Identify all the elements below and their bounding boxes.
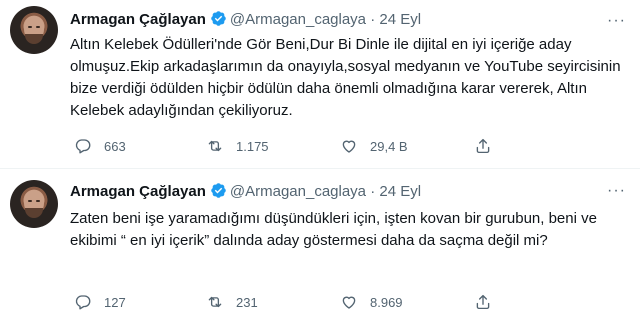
share-button[interactable] — [474, 292, 504, 312]
share-icon — [476, 294, 490, 310]
reply-icon — [75, 139, 91, 154]
share-icon — [476, 138, 490, 154]
tweet-header: Armagan Çağlayan @Armagan_caglaya · 24 Ey… — [70, 10, 421, 28]
like-button[interactable]: 8.969 — [340, 292, 403, 312]
avatar[interactable] — [10, 180, 58, 228]
avatar-eye-right — [36, 200, 40, 202]
separator-dot: · — [370, 11, 376, 28]
more-icon[interactable]: ··· — [607, 182, 626, 200]
tweet-divider — [0, 168, 640, 169]
verified-badge-icon — [211, 183, 226, 198]
retweet-count: 1.175 — [236, 138, 269, 154]
like-count: 29,4 B — [370, 138, 408, 154]
tweet-actions: 127 231 8.969 — [74, 292, 594, 312]
reply-button[interactable]: 127 — [74, 292, 126, 312]
tweet-actions: 663 1.175 29,4 B — [74, 136, 594, 156]
avatar-eye-left — [28, 26, 32, 28]
tweet-1[interactable]: Armagan Çağlayan @Armagan_caglaya · 24 Ey… — [0, 0, 640, 168]
like-icon — [342, 140, 356, 153]
retweet-button[interactable]: 231 — [206, 292, 258, 312]
tweet-date[interactable]: 24 Eyl — [379, 183, 421, 200]
more-icon[interactable]: ··· — [607, 12, 626, 30]
tweet-text: Altın Kelebek Ödülleri'nde Gör Beni,Dur … — [70, 36, 621, 119]
author-name[interactable]: Armagan Çağlayan — [70, 11, 206, 28]
tweet-date[interactable]: 24 Eyl — [379, 11, 421, 28]
like-icon — [342, 296, 356, 309]
reply-count: 663 — [104, 138, 126, 154]
share-button[interactable] — [474, 136, 504, 156]
retweet-button[interactable]: 1.175 — [206, 136, 269, 156]
retweet-icon — [208, 140, 222, 152]
avatar-eye-left — [28, 200, 32, 202]
author-handle[interactable]: @Armagan_caglaya — [230, 183, 366, 200]
tweet-2[interactable]: Armagan Çağlayan @Armagan_caglaya · 24 Ey… — [0, 170, 640, 310]
avatar-beard — [25, 34, 43, 44]
reply-button[interactable]: 663 — [74, 136, 126, 156]
verified-badge-icon — [211, 11, 226, 26]
like-count: 8.969 — [370, 294, 403, 310]
separator-dot: · — [370, 183, 376, 200]
retweet-icon — [208, 296, 222, 308]
avatar-eye-right — [36, 26, 40, 28]
tweet-header: Armagan Çağlayan @Armagan_caglaya · 24 Ey… — [70, 182, 421, 200]
author-handle[interactable]: @Armagan_caglaya — [230, 11, 366, 28]
reply-icon — [75, 295, 91, 310]
avatar[interactable] — [10, 6, 58, 54]
reply-count: 127 — [104, 294, 126, 310]
avatar-beard — [25, 208, 43, 218]
like-button[interactable]: 29,4 B — [340, 136, 408, 156]
tweet-text: Zaten beni işe yaramadığımı düşündükleri… — [70, 210, 597, 249]
retweet-count: 231 — [236, 294, 258, 310]
author-name[interactable]: Armagan Çağlayan — [70, 183, 206, 200]
